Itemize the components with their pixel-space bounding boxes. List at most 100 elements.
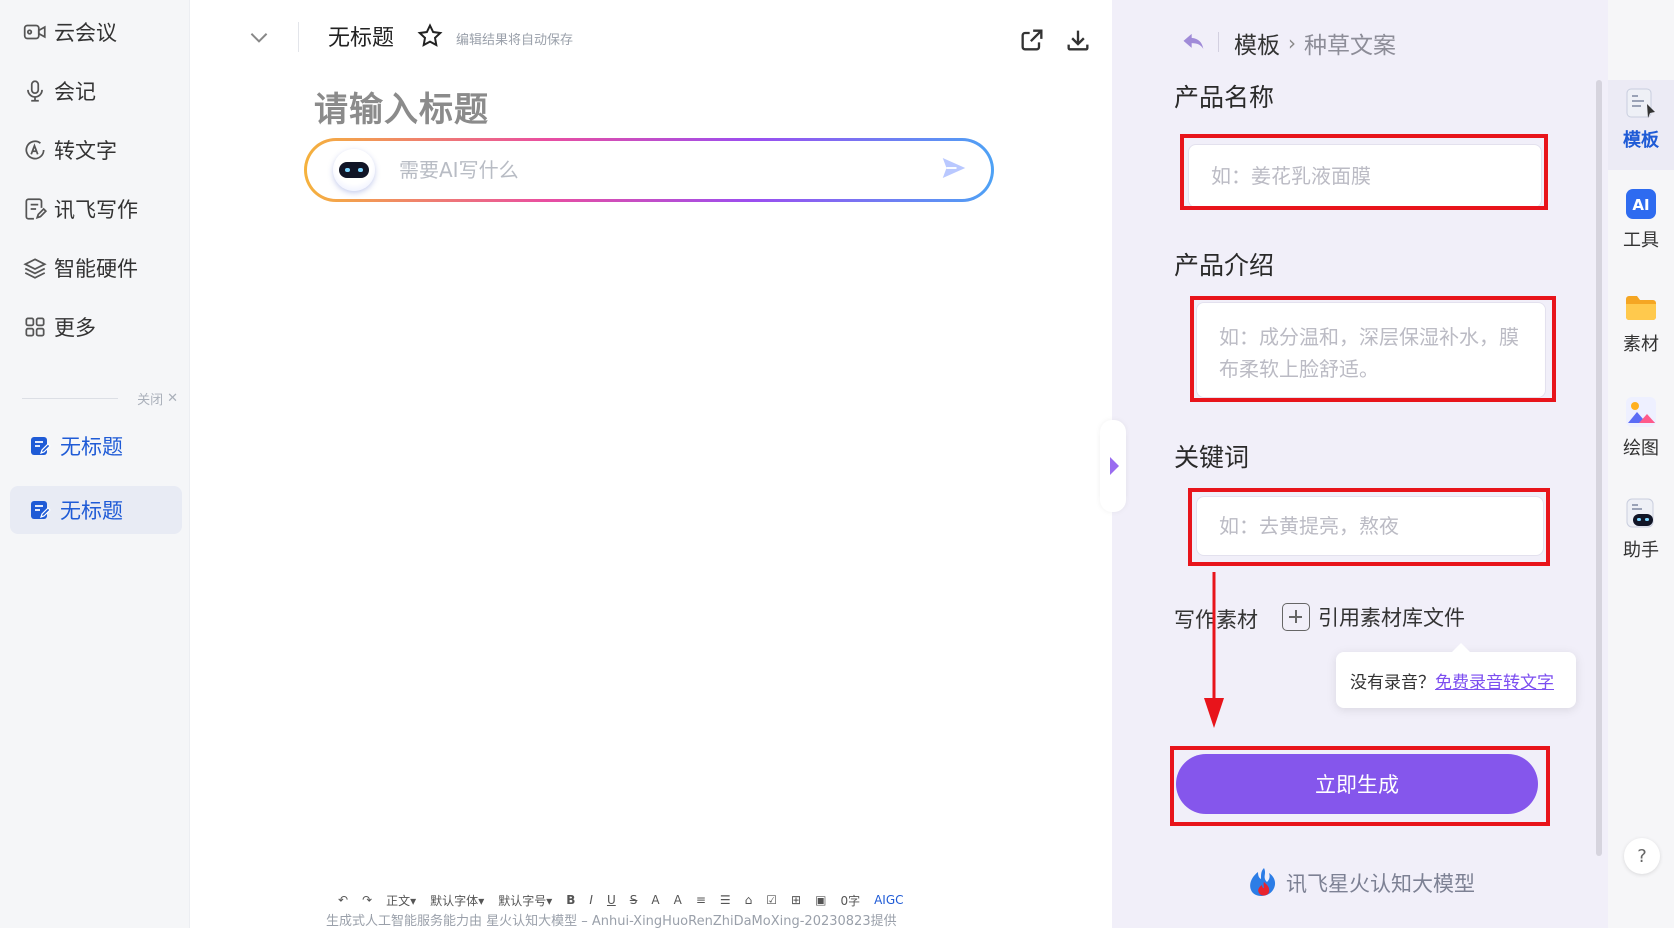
brand-label: 讯飞星火认知大模型 [1286, 872, 1475, 896]
svg-text:AI: AI [1632, 196, 1649, 214]
rail-item-tools[interactable]: AI 工具 [1608, 186, 1674, 252]
rail-item-materials[interactable]: 素材 [1608, 290, 1674, 356]
send-icon[interactable] [939, 153, 969, 183]
nav-item-label: 智能硬件 [54, 257, 138, 281]
close-recent-button[interactable]: 关闭 ✕ [137, 389, 178, 408]
breadcrumb-root[interactable]: 模板 [1234, 26, 1280, 60]
folder-icon [1626, 296, 1656, 320]
breadcrumb: 模板 › 种草文案 [1234, 26, 1396, 60]
breadcrumb-separator [1218, 32, 1219, 52]
nav-item-label: 云会议 [54, 21, 117, 45]
panel-collapse-handle[interactable] [1100, 420, 1126, 512]
chevron-down-icon[interactable] [246, 24, 272, 50]
help-button[interactable]: ? [1624, 838, 1660, 874]
paragraph-style-select[interactable]: 正文▾ [386, 892, 416, 909]
paragraph-style-label: 正文 [386, 893, 411, 908]
document-edit-icon [31, 437, 51, 455]
product-intro-label: 产品介绍 [1174, 251, 1275, 280]
doc-item-untitled-1[interactable]: 无标题 [10, 422, 182, 470]
breadcrumb-current: 种草文案 [1304, 33, 1396, 59]
free-transcribe-link[interactable]: 免费录音转文字 [1435, 668, 1554, 693]
generate-now-button[interactable]: 立即生成 [1176, 754, 1538, 814]
template-icon [1626, 88, 1655, 118]
nav-item-smart-hardware[interactable]: 智能硬件 [22, 248, 138, 288]
doc-item-label: 无标题 [60, 435, 123, 459]
cite-material-label: 引用素材库文件 [1318, 606, 1465, 630]
grid-icon [25, 317, 45, 337]
download-icon[interactable] [1064, 26, 1092, 54]
keywords-input[interactable] [1196, 496, 1544, 556]
table-button[interactable]: ⊞ [791, 893, 801, 907]
font-family-label: 默认字体 [430, 893, 479, 908]
tooltip-text: 没有录音？ [1350, 672, 1435, 693]
rail-item-label: 模板 [1623, 130, 1659, 151]
rail-item-assistant[interactable]: 助手 [1608, 496, 1674, 562]
cite-material-button[interactable]: 引用素材库文件 [1282, 602, 1465, 632]
robot-eye [358, 168, 363, 172]
nav-item-more[interactable]: 更多 [22, 307, 96, 347]
nav-item-meeting-notes[interactable]: 会记 [22, 71, 96, 111]
aigc-button[interactable]: AIGC [874, 893, 903, 907]
bold-button[interactable]: B [566, 893, 575, 907]
nav-item-cloud-meeting[interactable]: 云会议 [22, 12, 117, 52]
align-button[interactable]: ≡ [696, 893, 706, 907]
question-icon: ? [1637, 845, 1647, 867]
underline-button[interactable]: U [607, 893, 616, 907]
video-camera-icon [23, 24, 46, 40]
font-size-select[interactable]: 默认字号▾ [498, 892, 552, 909]
nav-item-label: 会记 [54, 80, 96, 104]
editor-format-toolbar: ↶ ↷ 正文▾ 默认字体▾ 默认字号▾ B I U S A A ≡ ☰ ⌂ ☑ … [338, 890, 904, 910]
highlight-color-button[interactable]: A [651, 893, 659, 907]
product-name-input[interactable] [1188, 144, 1542, 208]
italic-button[interactable]: I [589, 893, 593, 907]
ai-prompt-inner [307, 141, 991, 199]
rail-item-drawing[interactable]: 绘图 [1608, 394, 1674, 460]
clear-format-button[interactable]: ⌂ [745, 893, 753, 907]
doc-item-untitled-2[interactable]: 无标题 [10, 486, 182, 534]
nav-item-label: 更多 [54, 316, 96, 340]
autosave-hint: 编辑结果将自动保存 [456, 33, 574, 48]
document-title[interactable]: 无标题 [328, 20, 394, 52]
layers-icon [23, 258, 47, 279]
back-arrow-icon[interactable] [1180, 28, 1208, 56]
star-icon[interactable] [416, 22, 444, 50]
rail-item-label: 素材 [1623, 334, 1659, 355]
left-sidebar: 云会议 会记 转文字 讯飞写作 智能硬件 更多 关闭 ✕ 无标题 无标题 [0, 0, 190, 928]
list-button[interactable]: ☰ [720, 893, 731, 907]
picture-icon [1626, 397, 1656, 427]
ai-prompt-bar [304, 138, 994, 202]
title-input-placeholder[interactable]: 请输入标题 [314, 82, 489, 131]
rail-item-label: 绘图 [1623, 438, 1659, 459]
ai-service-footer: 生成式人工智能服务能力由 星火认知大模型 – Anhui-XingHuoRenZ… [326, 914, 897, 928]
ai-robot-icon [333, 149, 375, 191]
recent-docs-divider: 关闭 ✕ [22, 388, 178, 408]
microphone-icon [27, 80, 43, 102]
strikethrough-button[interactable]: S [630, 893, 638, 907]
close-label: 关闭 [137, 393, 164, 408]
divider-line [22, 398, 118, 399]
rail-item-template[interactable]: 模板 [1608, 86, 1674, 152]
writing-material-label: 写作素材 [1174, 608, 1258, 632]
transcribe-tooltip: 没有录音？ 免费录音转文字 [1336, 643, 1576, 708]
panel-scrollbar[interactable] [1596, 80, 1602, 856]
ai-tool-icon: AI [1626, 189, 1656, 219]
rail-item-label: 工具 [1623, 230, 1659, 251]
font-size-label: 默认字号 [498, 893, 547, 908]
nav-item-transcribe[interactable]: 转文字 [22, 130, 117, 170]
robot-face [339, 162, 369, 178]
image-button[interactable]: ▣ [815, 893, 826, 907]
product-name-label: 产品名称 [1174, 83, 1275, 112]
font-family-select[interactable]: 默认字体▾ [430, 892, 484, 909]
document-edit-icon [31, 501, 51, 519]
redo-icon[interactable]: ↷ [362, 893, 372, 907]
word-count: 0字 [840, 893, 861, 908]
ai-prompt-input[interactable] [399, 149, 919, 191]
font-color-button[interactable]: A [674, 893, 682, 907]
undo-icon[interactable]: ↶ [338, 893, 348, 907]
checklist-button[interactable]: ☑ [766, 893, 777, 907]
share-export-icon[interactable] [1018, 26, 1046, 54]
spark-model-brand: 讯飞星火认知大模型 [1248, 866, 1475, 900]
nav-item-xunfei-writing[interactable]: 讯飞写作 [22, 189, 138, 229]
product-intro-textarea[interactable] [1196, 302, 1546, 398]
keywords-label: 关键词 [1174, 443, 1250, 472]
